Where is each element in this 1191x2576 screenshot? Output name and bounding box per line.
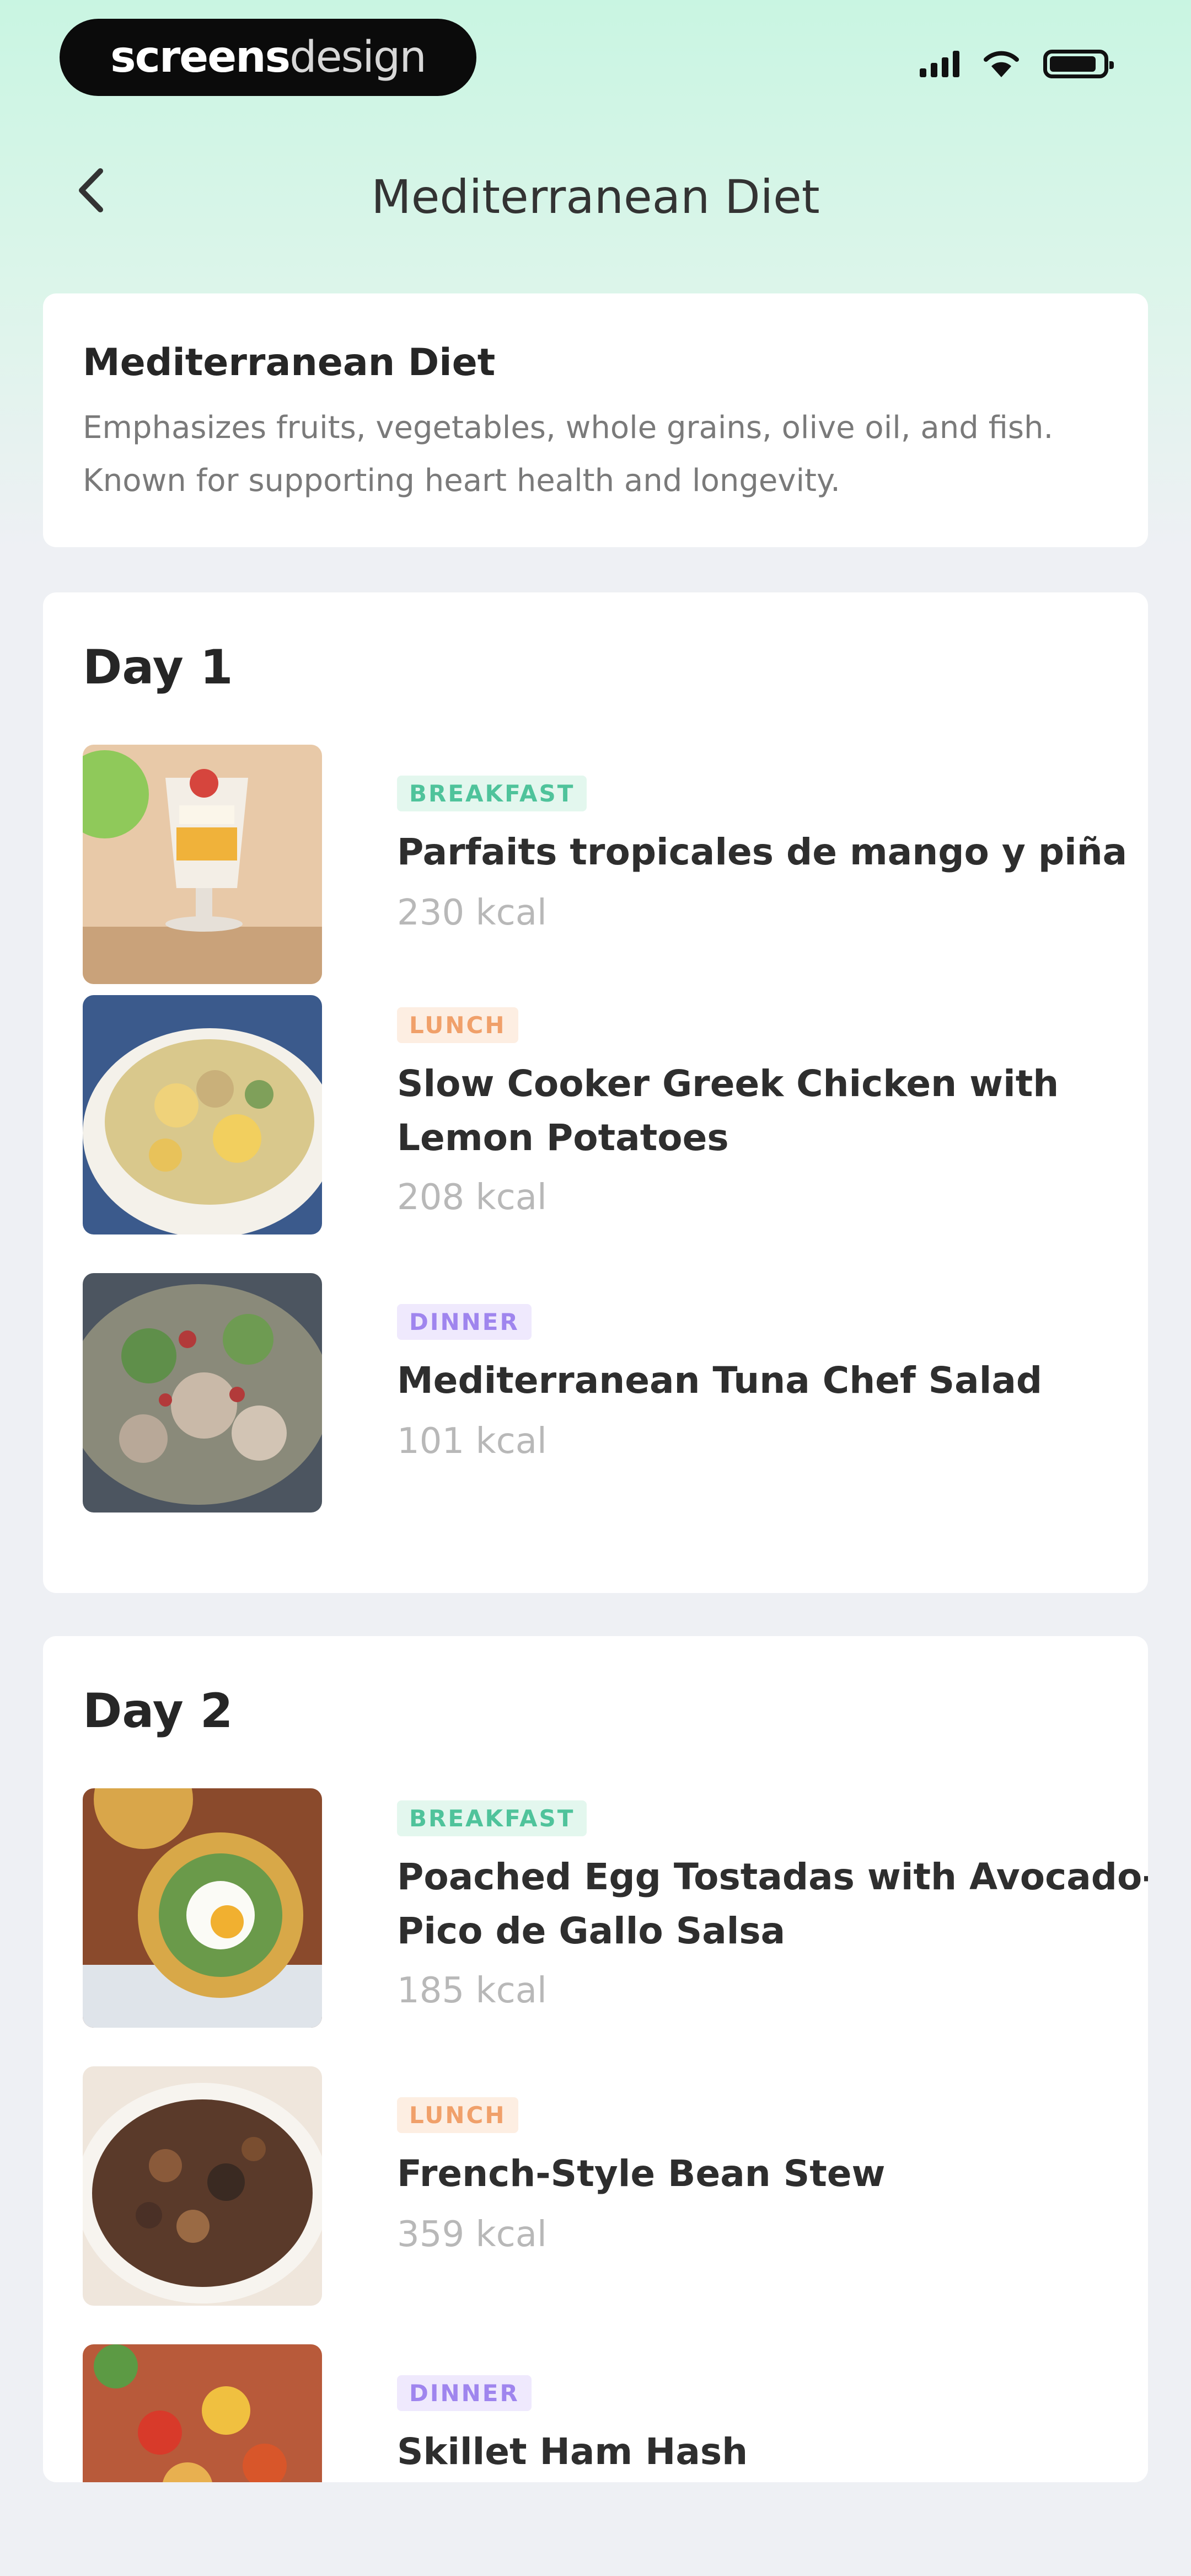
meal-name: Parfaits tropicales de mango y piña <box>397 831 1128 873</box>
meal-kcal: 101 kcal <box>397 1421 547 1462</box>
meal-image <box>83 2066 322 2306</box>
meal-item[interactable]: DINNER Mediterranean Tuna Chef Salad 101… <box>83 1273 1130 1516</box>
meal-kcal: 208 kcal <box>397 1177 547 1218</box>
day-title: Day 1 <box>83 640 233 695</box>
meal-item[interactable]: BREAKFAST Poached Egg Tostadas with Avoc… <box>83 1788 1148 2031</box>
meal-name: Poached Egg Tostadas with Avocado-Pico d… <box>397 1856 1148 1952</box>
meal-image <box>83 1273 322 1513</box>
meal-item[interactable]: LUNCH French-Style Bean Stew 359 kcal <box>83 2066 1130 2309</box>
diet-description-card: Mediterranean Diet Emphasizes fruits, ve… <box>43 293 1148 547</box>
meal-tag: DINNER <box>397 1304 532 1340</box>
meal-tag: DINNER <box>397 2375 532 2411</box>
meal-name: Slow Cooker Greek Chicken with Lemon Pot… <box>397 1062 1059 1159</box>
diet-title: Mediterranean Diet <box>83 341 496 384</box>
meal-kcal: 230 kcal <box>397 892 547 933</box>
meal-name: Mediterranean Tuna Chef Salad <box>397 1359 1043 1402</box>
diet-description: Emphasizes fruits, vegetables, whole gra… <box>83 410 1054 499</box>
meal-kcal: 185 kcal <box>397 1970 547 2011</box>
meal-image <box>83 1788 322 2028</box>
meal-image <box>83 995 322 1234</box>
meal-tag: LUNCH <box>397 1007 518 1043</box>
signal-icon <box>920 51 959 77</box>
meal-kcal: 359 kcal <box>397 2214 547 2255</box>
page-title: Mediterranean Diet <box>371 170 820 224</box>
brand-logo: screens design <box>60 19 476 96</box>
status-icons <box>920 50 1114 78</box>
day-card: Day 1 BREAKFAST Parfaits tropicales de m… <box>43 592 1148 1593</box>
meal-image <box>83 2344 322 2482</box>
meal-name: Skillet Ham Hash <box>397 2430 748 2473</box>
meal-tag: LUNCH <box>397 2097 518 2133</box>
meal-image <box>83 745 322 984</box>
meal-tag: BREAKFAST <box>397 1800 587 1836</box>
meal-item[interactable]: LUNCH Slow Cooker Greek Chicken with Lem… <box>83 995 1130 1238</box>
wifi-icon <box>984 51 1019 77</box>
status-bar: screens design <box>0 0 1191 105</box>
meal-name: French-Style Bean Stew <box>397 2152 886 2195</box>
meal-item[interactable]: BREAKFAST Parfaits tropicales de mango y… <box>83 745 1130 987</box>
nav-bar: Mediterranean Diet <box>0 143 1191 243</box>
battery-icon <box>1043 50 1114 78</box>
meal-item[interactable]: DINNER Skillet Ham Hash <box>83 2344 1130 2482</box>
meal-tag: BREAKFAST <box>397 776 587 811</box>
day-card: Day 2 BREAKFAST Poached Egg Tostadas wit… <box>43 1636 1148 2482</box>
day-title: Day 2 <box>83 1684 233 1739</box>
